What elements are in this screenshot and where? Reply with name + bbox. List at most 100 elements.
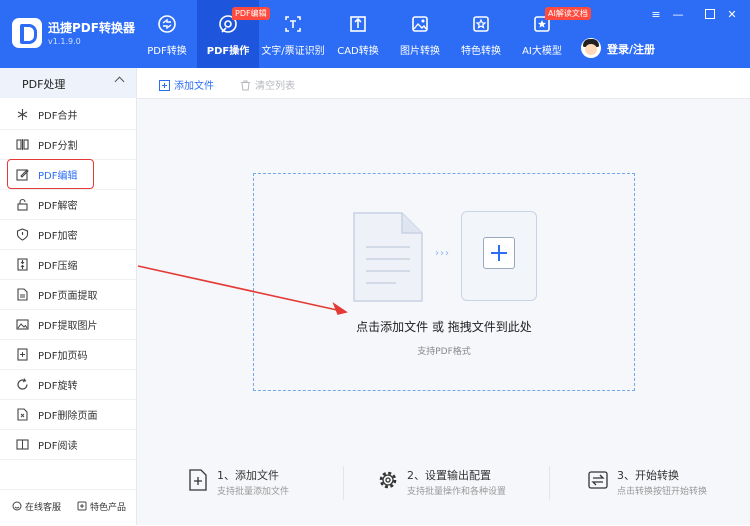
drop-sub-text: 支持PDF格式 [417,347,471,357]
image-icon [16,319,29,330]
split-icon [16,139,29,150]
star-icon [473,16,489,32]
clear-list-label: 清空列表 [255,81,295,92]
add-file-button[interactable]: 添加文件 [159,77,214,92]
avatar [581,38,601,58]
sidebar-item-delete-pages[interactable]: PDF删除页面 [0,399,136,430]
page-number-icon [17,348,28,361]
step-title: 2、设置输出配置 [407,469,491,482]
sidebar-item-label: PDF阅读 [38,441,78,452]
sidebar-item-label: PDF合并 [38,111,78,122]
minimize-icon[interactable]: — [672,9,684,21]
convert-icon [588,471,608,489]
sidebar-item-label: PDF删除页面 [38,411,98,422]
featured-products-button[interactable]: 特色产品 [77,500,126,513]
step-title: 3、开始转换 [617,469,679,482]
shield-icon [16,228,29,241]
app-name: 迅捷PDF转换器 [48,21,135,35]
text-recognition-icon [285,16,301,32]
sidebar-item-decrypt[interactable]: PDF解密 [0,189,136,220]
featured-products-label: 特色产品 [90,503,127,513]
top-bar: 迅捷PDF转换器 v1.1.9.0 PDF转换 PDF操作 文字/票证识别 CA… [0,0,750,68]
merge-icon [17,109,28,120]
image-icon [412,16,428,32]
sidebar-header-label: PDF处理 [22,78,66,91]
step-output-settings: 2、设置输出配置 支持批量操作和各种设置 [377,464,547,504]
toolbar: 添加文件 清空列表 [137,68,750,99]
sidebar-item-encrypt[interactable]: PDF加密 [0,219,136,250]
annotation-arrow [137,265,348,315]
sidebar-item-split[interactable]: PDF分割 [0,129,136,160]
clear-list-button[interactable]: 清空列表 [240,77,295,92]
step-subtitle: 支持批量添加文件 [217,487,290,497]
step-start-convert: 3、开始转换 点击转换按钮开始转换 [587,464,737,504]
pdf-convert-icon [158,15,176,33]
online-service-label: 在线客服 [25,503,62,513]
close-icon[interactable]: ✕ [726,9,738,21]
tab-cad[interactable]: CAD转换 [330,0,386,68]
tab-image[interactable]: 图片转换 [392,0,448,68]
plus-icon [483,237,515,269]
sidebar-header[interactable]: PDF处理 [0,68,136,98]
tab-pdf-operate-label: PDF操作 [206,46,250,57]
app-version: v1.1.9.0 [48,37,81,46]
page-extract-icon [17,288,28,301]
sidebar-item-label: PDF页面提取 [38,291,98,302]
document-icon [353,212,423,302]
arrows-icon: ››› [435,248,450,259]
tab-featured-label: 特色转换 [461,46,501,57]
sidebar-item-page-numbers[interactable]: PDF加页码 [0,339,136,370]
maximize-icon[interactable] [704,9,716,21]
tab-text-recognition-label: 文字/票证识别 [261,46,325,57]
compress-icon [17,258,28,271]
add-file-label: 添加文件 [174,81,214,92]
sidebar-item-rotate[interactable]: PDF旋转 [0,369,136,400]
sidebar-item-label: PDF加密 [38,231,78,242]
add-file-icon [159,80,170,91]
trash-icon [241,80,250,91]
login-label: 登录/注册 [607,43,656,56]
sidebar-item-read[interactable]: PDF阅读 [0,429,136,460]
sidebar-item-label: PDF压缩 [38,261,78,272]
pdf-edit-badge: PDF编辑 [232,7,270,20]
tab-pdf-convert-label: PDF转换 [147,46,187,57]
delete-page-icon [17,408,28,421]
menu-icon[interactable]: ≡ [650,9,662,21]
add-file-icon [189,469,207,491]
sidebar-item-label: PDF加页码 [38,351,88,362]
step-subtitle: 支持批量操作和各种设置 [407,487,507,497]
sidebar-item-extract-pages[interactable]: PDF页面提取 [0,279,136,310]
cad-icon [350,16,366,32]
tab-pdf-convert[interactable]: PDF转换 [137,0,197,68]
app-logo [12,18,42,48]
sidebar-item-label: PDF解密 [38,201,78,212]
book-icon [16,439,29,450]
step-add-file: 1、添加文件 支持批量添加文件 [187,464,327,504]
step-subtitle: 点击转换按钮开始转换 [617,487,708,497]
ai-badge: AI解读文档 [545,7,591,20]
sidebar-item-compress[interactable]: PDF压缩 [0,249,136,280]
gear-icon [379,471,397,489]
sidebar-item-extract-images[interactable]: PDF提取图片 [0,309,136,340]
sidebar: PDF处理 PDF合并 PDF分割 PDF编辑 PDF解密 PDF加密 PDF压… [0,68,137,526]
tab-featured[interactable]: 特色转换 [453,0,509,68]
step-divider [343,466,344,500]
highlight-frame [7,159,94,189]
sidebar-item-label: PDF分割 [38,141,78,152]
tab-ai-label: AI大模型 [522,46,562,57]
step-title: 1、添加文件 [217,469,279,482]
tab-cad-label: CAD转换 [337,46,379,57]
sidebar-footer: 在线客服 特色产品 [0,489,136,526]
sidebar-item-label: PDF旋转 [38,381,78,392]
rotate-icon [17,378,28,390]
step-divider [549,466,550,500]
sidebar-item-label: PDF提取图片 [38,321,98,332]
sidebar-item-merge[interactable]: PDF合并 [0,99,136,130]
unlock-icon [17,198,28,211]
products-icon [77,501,87,511]
add-card [461,211,537,301]
chevron-up-icon [114,76,125,87]
online-service-button[interactable]: 在线客服 [12,500,61,513]
tab-image-label: 图片转换 [400,46,440,57]
headset-icon [12,501,22,511]
